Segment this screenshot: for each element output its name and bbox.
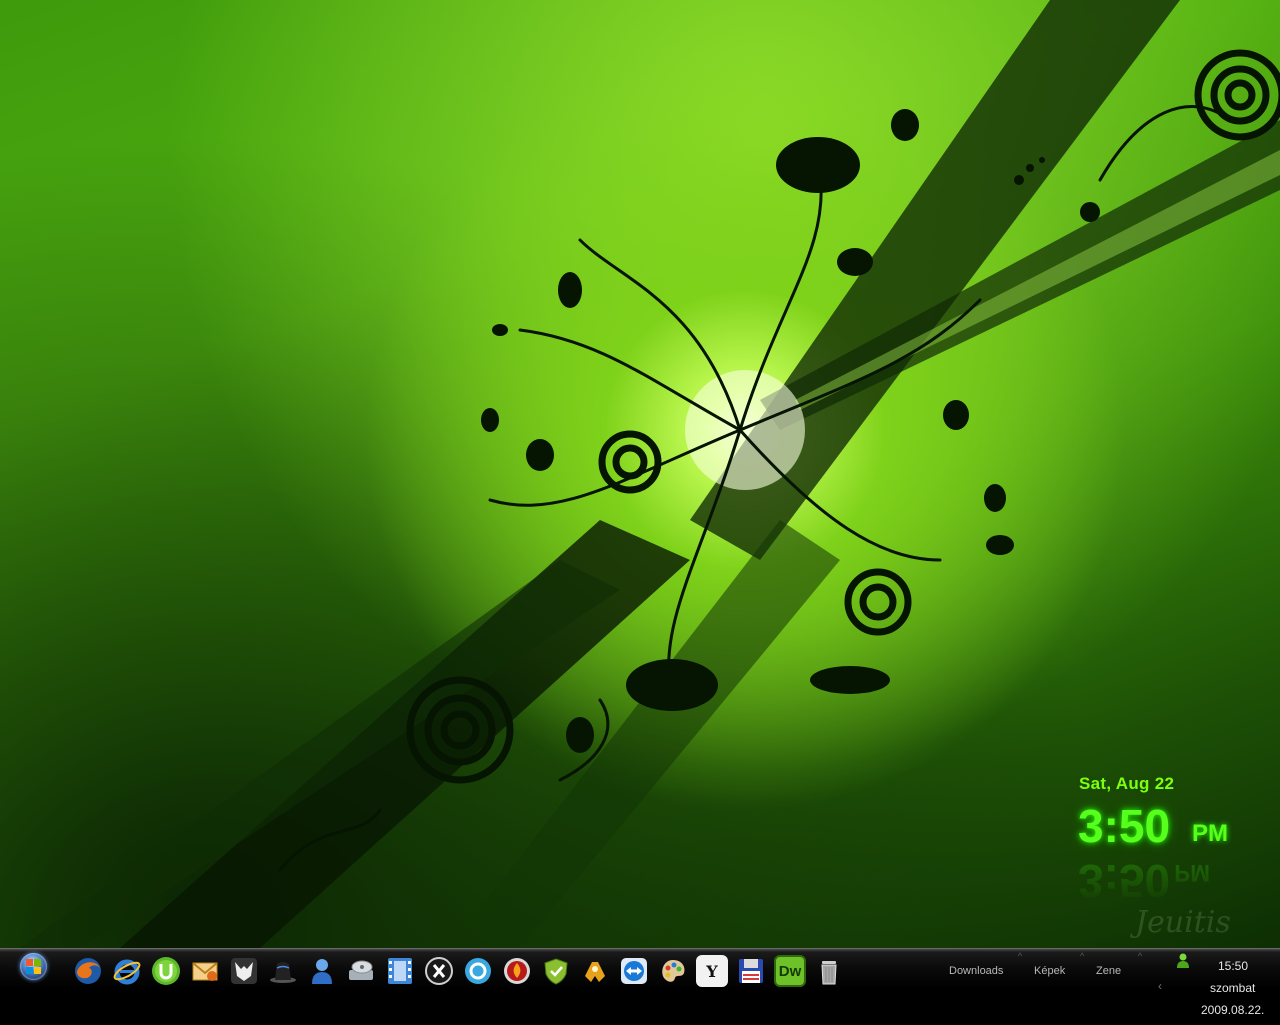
film-icon[interactable] bbox=[384, 955, 416, 987]
flame-icon[interactable] bbox=[501, 955, 533, 987]
yahoo-icon[interactable]: Y bbox=[696, 955, 728, 987]
folder-link-kepek[interactable]: Képek bbox=[1034, 965, 1065, 977]
tray-expand-arrow-icon[interactable]: ‹ bbox=[1158, 979, 1162, 993]
mail-icon[interactable] bbox=[189, 955, 221, 987]
clock-reflection-ampm: PM bbox=[1174, 859, 1211, 886]
foobar-icon[interactable] bbox=[228, 955, 260, 987]
yahoo-letter: Y bbox=[706, 961, 718, 981]
clock-reflection: 3:50 PM bbox=[1078, 848, 1211, 907]
firefox-icon[interactable] bbox=[72, 955, 104, 987]
folder-caret-downloads: ^ bbox=[1018, 951, 1023, 961]
floppy-disk-icon[interactable] bbox=[735, 955, 767, 987]
teamviewer-icon[interactable] bbox=[618, 955, 650, 987]
desktop-clock-widget: Sat, Aug 22 3:50 PM 3:50 PM bbox=[1068, 772, 1268, 907]
dreamweaver-icon[interactable]: Dw bbox=[774, 955, 806, 987]
windows-logo-icon bbox=[26, 959, 41, 974]
folder-caret-kepek: ^ bbox=[1080, 951, 1085, 961]
shield-icon[interactable] bbox=[540, 955, 572, 987]
dreamweaver-label: Dw bbox=[778, 962, 802, 980]
trash-icon[interactable] bbox=[813, 955, 845, 987]
black-hat-icon[interactable] bbox=[267, 955, 299, 987]
clock-reflection-time: 3:50 bbox=[1078, 855, 1171, 907]
tray-clock-day: szombat bbox=[1210, 981, 1256, 995]
folder-link-zene[interactable]: Zene bbox=[1096, 965, 1121, 977]
start-button[interactable] bbox=[20, 953, 47, 980]
orb-icon[interactable] bbox=[462, 955, 494, 987]
clock-date: Sat, Aug 22 bbox=[1079, 774, 1175, 793]
clock-ampm: PM bbox=[1192, 820, 1228, 847]
tray-clock-date: 2009.08.22. bbox=[1201, 1003, 1265, 1017]
internet-explorer-icon[interactable] bbox=[111, 955, 143, 987]
wallpaper-signature: Jeuitis bbox=[1135, 905, 1231, 940]
palette-icon[interactable] bbox=[657, 955, 689, 987]
taskbar: Y Dw ^ Downloads ^ Képek ^ Zene ‹ 15:50 … bbox=[0, 948, 1280, 1025]
disk-drive-icon[interactable] bbox=[345, 955, 377, 987]
messenger-icon[interactable] bbox=[306, 955, 338, 987]
clock-time: 3:50 bbox=[1078, 800, 1171, 852]
messenger-status-icon[interactable] bbox=[1176, 953, 1190, 974]
x-close-icon[interactable] bbox=[423, 955, 455, 987]
folder-caret-zene: ^ bbox=[1138, 951, 1143, 961]
tray-clock-time[interactable]: 15:50 bbox=[1218, 959, 1248, 973]
folder-link-downloads[interactable]: Downloads bbox=[949, 965, 1003, 977]
utorrent-icon[interactable] bbox=[150, 955, 182, 987]
desktop: Sat, Aug 22 3:50 PM 3:50 PM Jeuitis bbox=[0, 0, 1280, 948]
gamepad-icon[interactable] bbox=[579, 955, 611, 987]
